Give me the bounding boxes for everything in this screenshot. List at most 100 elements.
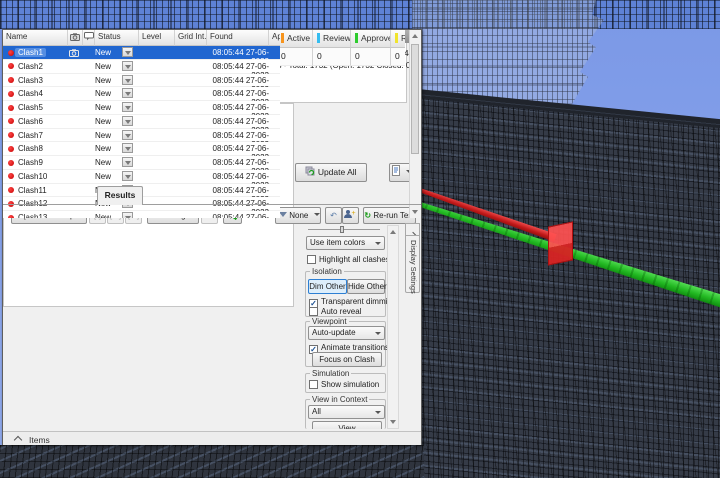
tests-col-active[interactable]: Active — [277, 30, 313, 48]
status-dropdown[interactable] — [122, 143, 133, 153]
filter-icon — [279, 212, 287, 217]
results-row[interactable]: Clash7 New 08:05:44 27-06-2022 — [3, 129, 280, 143]
results-col-approved[interactable]: Ap — [269, 30, 280, 46]
auto-reveal-checkbox[interactable]: Auto reveal — [309, 307, 361, 317]
clash-status: New — [95, 89, 111, 98]
scrollbar-thumb[interactable] — [411, 44, 419, 154]
results-row[interactable]: Clash3 New 08:05:44 27-06-2022 — [3, 74, 280, 88]
scroll-down-icon[interactable] — [390, 420, 396, 424]
dimming-slider-thumb[interactable] — [340, 226, 344, 233]
display-settings-label: Display Settings — [409, 240, 418, 294]
status-dropdown[interactable] — [122, 212, 133, 218]
clash-name[interactable]: Clash1 — [15, 48, 46, 57]
chevron-down-icon — [125, 134, 131, 138]
filter-dropdown[interactable]: None — [275, 207, 321, 224]
clash-name[interactable]: Clash4 — [18, 89, 43, 98]
scroll-down-icon[interactable] — [412, 210, 418, 214]
update-all-button[interactable]: Update All — [295, 163, 367, 182]
tests-col-resolved[interactable]: R — [391, 30, 405, 48]
hide-other-button[interactable]: Hide Other — [347, 279, 385, 294]
status-dropdown[interactable] — [122, 102, 133, 112]
sidebar-scrollbar[interactable] — [387, 225, 399, 429]
tests-col-reviewed[interactable]: Reviewed — [313, 30, 351, 48]
view-in-context-title: View in Context — [310, 395, 369, 404]
clash-name[interactable]: Clash2 — [18, 62, 43, 71]
use-item-colors-dropdown[interactable]: Use item colors — [306, 236, 385, 250]
tests-col-approved[interactable]: Approved — [351, 30, 391, 48]
results-row[interactable]: Clash6 New 08:05:44 27-06-2022 — [3, 115, 280, 129]
status-dropdown[interactable] — [122, 75, 133, 85]
clash-status-dot-icon — [8, 215, 14, 219]
dim-other-button[interactable]: Dim Other — [308, 279, 347, 294]
clash-name[interactable]: Clash9 — [18, 158, 43, 167]
status-dropdown[interactable] — [122, 116, 133, 126]
viewpoint-title: Viewpoint — [310, 317, 349, 326]
clash-status-dot-icon — [8, 173, 14, 179]
results-row[interactable]: Clash9 New 08:05:44 27-06-2022 — [3, 156, 280, 170]
dimming-slider-track[interactable] — [308, 229, 380, 230]
display-settings-panel: Use item colors Highlight all clashes Is… — [304, 225, 387, 429]
chevron-down-icon — [125, 65, 131, 69]
clash-status: New — [95, 158, 111, 167]
results-col-camera[interactable] — [68, 30, 83, 46]
checkbox-icon[interactable] — [309, 307, 318, 316]
items-label: Items — [29, 435, 50, 445]
reset-viewpoint-button[interactable]: ↶ — [325, 207, 342, 224]
clash-name[interactable]: Clash7 — [18, 131, 43, 140]
results-row[interactable]: Clash8 New 08:05:44 27-06-2022 — [3, 142, 280, 156]
clash-name[interactable]: Clash3 — [18, 76, 43, 85]
tab-divider — [3, 204, 421, 205]
clash-name[interactable]: Clash13 — [18, 213, 47, 218]
view-button[interactable]: View — [312, 421, 382, 429]
status-dropdown[interactable] — [122, 130, 133, 140]
chevron-down-icon — [125, 51, 131, 55]
report-icon — [392, 165, 401, 176]
results-col-level[interactable]: Level — [139, 30, 175, 46]
results-row[interactable]: Clash5 New 08:05:44 27-06-2022 — [3, 101, 280, 115]
clash-name[interactable]: Clash5 — [18, 103, 43, 112]
auto-update-dropdown[interactable]: Auto-update — [308, 326, 385, 340]
clash-status-dot-icon — [8, 63, 14, 69]
clash-status: New — [95, 131, 111, 140]
clash-name[interactable]: Clash8 — [18, 144, 43, 153]
tab-display-settings[interactable]: Display Settings — [405, 235, 420, 293]
test-row-active: 0 — [277, 48, 313, 66]
checkbox-icon[interactable] — [307, 255, 316, 264]
test-row-approved: 0 — [351, 48, 391, 66]
active-swatch — [281, 33, 284, 43]
chevron-down-icon — [375, 332, 381, 335]
clash-name[interactable]: Clash6 — [18, 117, 43, 126]
results-col-comment[interactable] — [83, 30, 95, 46]
highlight-button[interactable]: + — [342, 207, 359, 224]
results-row[interactable]: Clash10 New 08:05:44 27-06-2022 — [3, 170, 280, 184]
highlight-all-clashes-checkbox[interactable]: Highlight all clashes — [307, 255, 387, 265]
collapse-items-icon[interactable] — [14, 436, 22, 444]
results-col-status[interactable]: Status — [95, 30, 139, 46]
results-col-name[interactable]: Name — [3, 30, 68, 46]
status-dropdown[interactable] — [122, 47, 133, 57]
results-col-found[interactable]: Found — [207, 30, 269, 46]
clash-name[interactable]: Clash11 — [18, 186, 47, 195]
scroll-up-icon[interactable] — [412, 34, 418, 38]
results-row[interactable]: Clash1 New 08:05:44 27-06-2022 — [3, 46, 280, 60]
status-dropdown[interactable] — [122, 88, 133, 98]
tab-results[interactable]: Results — [97, 186, 143, 205]
scroll-up-icon[interactable] — [390, 230, 396, 234]
show-simulation-checkbox[interactable]: Show simulation — [309, 380, 379, 390]
items-section-bar[interactable]: Items — [3, 431, 421, 445]
results-row[interactable]: Clash2 New 08:05:44 27-06-2022 — [3, 60, 280, 74]
status-dropdown[interactable] — [122, 61, 133, 71]
checkbox-icon[interactable] — [309, 380, 318, 389]
isolation-group: Isolation Dim Other Hide Other Transpare… — [305, 271, 386, 317]
results-row[interactable]: Clash13 New 08:05:44 27-06-2022 — [3, 211, 280, 218]
results-row[interactable]: Clash4 New 08:05:44 27-06-2022 — [3, 87, 280, 101]
results-vertical-scrollbar[interactable] — [409, 30, 421, 218]
clash-name[interactable]: Clash10 — [18, 172, 47, 181]
chevron-down-icon — [125, 120, 131, 124]
status-dropdown[interactable] — [122, 157, 133, 167]
status-dropdown[interactable] — [122, 171, 133, 181]
focus-on-clash-button[interactable]: Focus on Clash — [312, 352, 382, 367]
view-context-dropdown[interactable]: All — [308, 405, 385, 419]
test-row-resolved: 0 — [391, 48, 405, 66]
results-col-grid[interactable]: Grid Int... — [175, 30, 207, 46]
